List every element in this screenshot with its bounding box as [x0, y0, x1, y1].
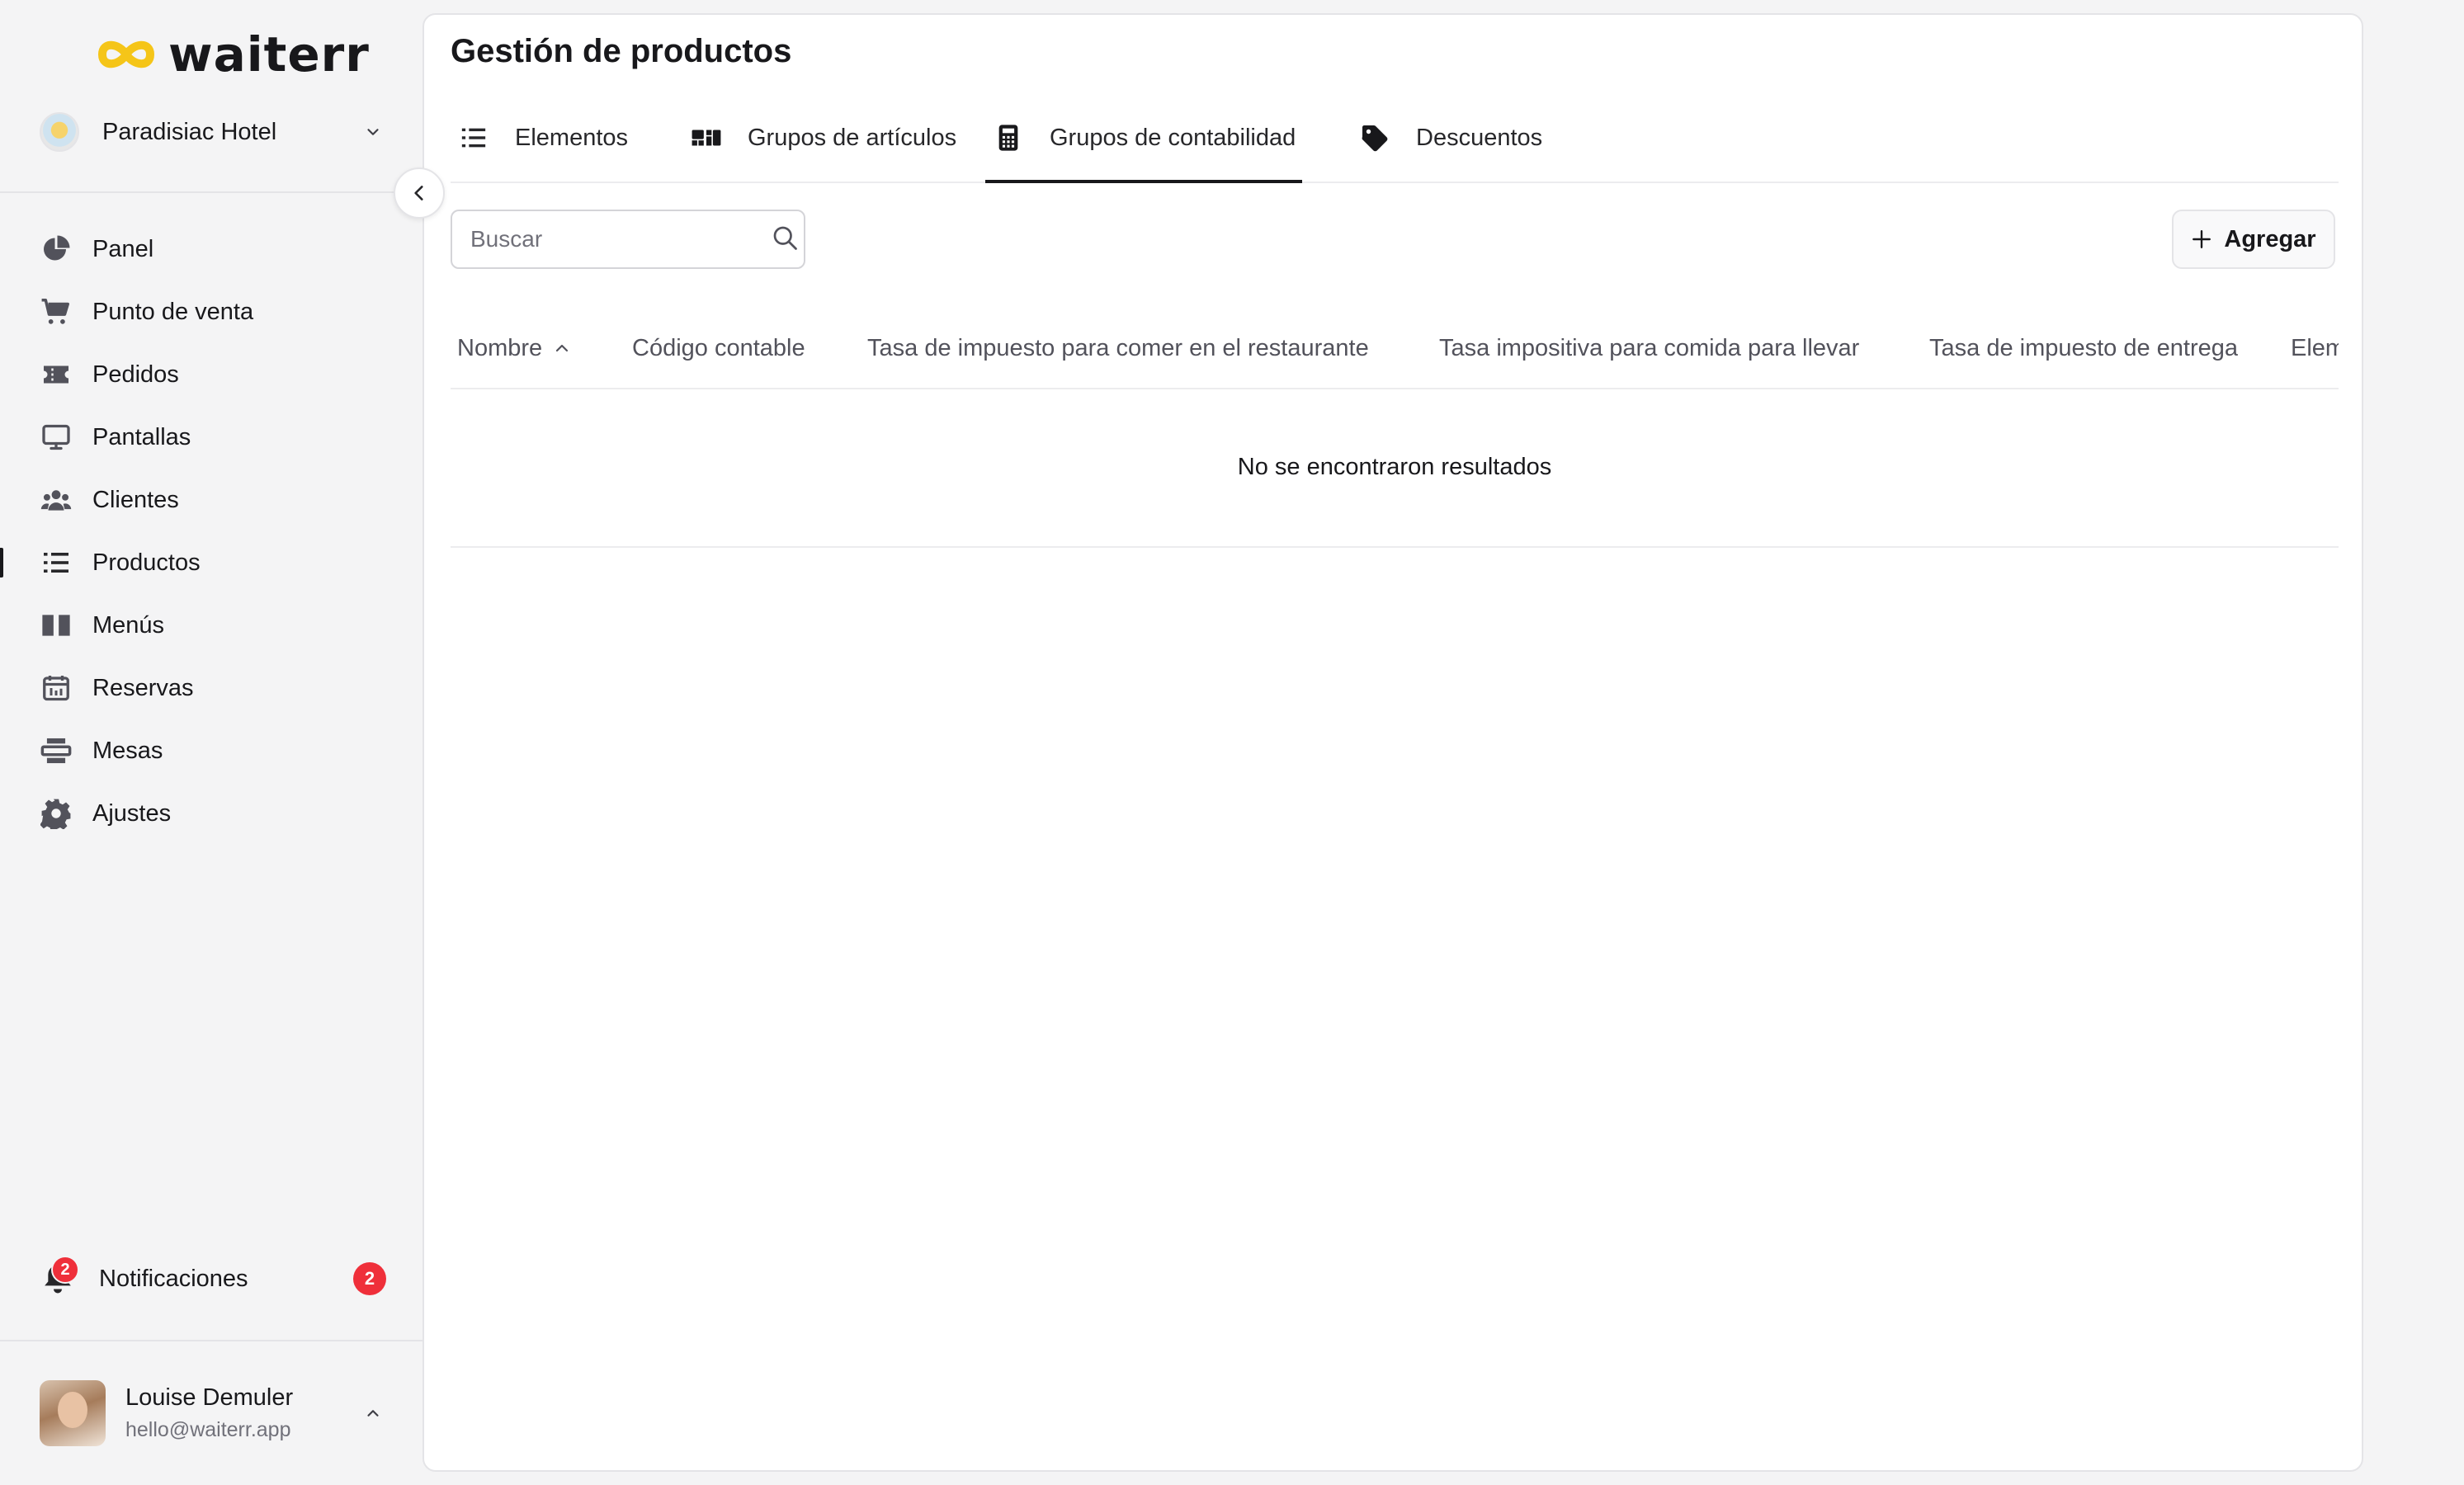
tab-label: Grupos de contabilidad	[1050, 124, 1296, 151]
column-label: Código contable	[632, 334, 805, 361]
infinity-logo-icon	[98, 40, 154, 68]
search-input[interactable]	[469, 225, 770, 253]
sidebar-item-label: Pedidos	[92, 361, 179, 388]
sidebar-item-productos[interactable]: Productos	[0, 531, 422, 594]
column-header-tasa-entrega[interactable]: Tasa de impuesto de entrega	[1929, 309, 2238, 388]
add-button[interactable]: Agregar	[2172, 210, 2335, 269]
venue-name: Paradisiac Hotel	[102, 118, 277, 145]
group-icon	[690, 121, 723, 154]
sidebar-item-label: Pantallas	[92, 423, 191, 450]
chevron-down-icon	[360, 119, 386, 145]
sidebar-item-label: Mesas	[92, 737, 163, 764]
venue-selector[interactable]: Paradisiac Hotel	[40, 112, 386, 152]
column-label: Nombre	[457, 334, 543, 361]
column-header-tasa-llevar[interactable]: Tasa impositiva para comida para llevar	[1439, 309, 1859, 388]
ticket-icon	[40, 358, 73, 391]
avatar	[40, 1380, 106, 1446]
sidebar-divider-bottom	[0, 1340, 422, 1341]
notification-dot-badge: 2	[51, 1256, 79, 1284]
calculator-icon	[992, 121, 1025, 154]
collapse-sidebar-button[interactable]	[394, 167, 445, 219]
sidebar-item-label: Productos	[92, 549, 201, 576]
column-label: Tasa impositiva para comida para llevar	[1439, 334, 1860, 361]
sidebar-item-label: Ajustes	[92, 799, 172, 827]
column-header-elementos[interactable]: Elementos	[2291, 309, 2339, 388]
column-label: Elementos	[2291, 334, 2339, 361]
hotel-avatar	[40, 112, 79, 152]
column-header-nombre[interactable]: Nombre	[457, 309, 572, 388]
plus-icon	[2193, 230, 2211, 248]
book-icon	[40, 609, 73, 642]
tab-label: Grupos de artículos	[748, 124, 957, 151]
sidebar: waiterr Paradisiac Hotel Panel Punto de …	[0, 0, 422, 1485]
sidebar-divider-top	[0, 191, 422, 193]
add-button-label: Agregar	[2224, 225, 2316, 252]
user-email: hello@waiterr.app	[125, 1418, 291, 1441]
tab-label: Descuentos	[1416, 124, 1543, 151]
main-panel: Gestión de productos Elementos Grupos de…	[422, 13, 2363, 1472]
cart-icon	[40, 295, 73, 328]
list-icon	[457, 121, 490, 154]
sidebar-item-label: Punto de venta	[92, 298, 254, 325]
tab-label: Elementos	[515, 124, 629, 151]
tab-grupos-de-contabilidad[interactable]: Grupos de contabilidad	[985, 94, 1303, 183]
calendar-icon	[40, 672, 73, 705]
sidebar-item-panel[interactable]: Panel	[0, 218, 422, 280]
sidebar-item-reservas[interactable]: Reservas	[0, 657, 422, 719]
sidebar-item-clientes[interactable]: Clientes	[0, 469, 422, 531]
sidebar-item-label: Clientes	[92, 486, 179, 513]
sidebar-item-pantallas[interactable]: Pantallas	[0, 406, 422, 469]
notifications-label: Notificaciones	[99, 1265, 248, 1292]
sidebar-item-label: Panel	[92, 235, 154, 262]
gear-icon	[40, 797, 73, 830]
column-header-codigo-contable[interactable]: Código contable	[632, 309, 805, 388]
list-icon	[40, 546, 73, 579]
column-label: Tasa de impuesto de entrega	[1929, 334, 2239, 361]
monitor-icon	[40, 421, 73, 454]
sidebar-item-ajustes[interactable]: Ajustes	[0, 782, 422, 845]
notifications-count-badge: 2	[353, 1262, 386, 1295]
tag-icon	[1358, 121, 1391, 154]
sort-ascending-icon	[556, 344, 569, 352]
page-title: Gestión de productos	[451, 33, 792, 69]
tab-elementos[interactable]: Elementos	[457, 94, 628, 182]
search-field[interactable]	[451, 210, 805, 269]
chevron-up-icon	[360, 1400, 386, 1426]
user-info: Louise Demuler hello@waiterr.app	[125, 1384, 360, 1442]
sidebar-item-pedidos[interactable]: Pedidos	[0, 343, 422, 406]
table-header: Nombre Código contable Tasa de impuesto …	[451, 309, 2339, 389]
tab-bar: Elementos Grupos de artículos Grupos de …	[451, 94, 2339, 183]
brand-name: waiterr	[168, 26, 370, 82]
user-name: Louise Demuler	[125, 1384, 294, 1411]
bell-icon: 2	[40, 1256, 79, 1297]
notifications-item[interactable]: 2 Notificaciones 2	[40, 1254, 386, 1304]
brand-logo[interactable]: waiterr	[96, 26, 370, 82]
sidebar-nav: Panel Punto de venta Pedidos Pantallas C…	[0, 218, 422, 845]
table-icon	[40, 734, 73, 767]
sidebar-item-label: Reservas	[92, 674, 194, 701]
chevron-left-icon	[414, 186, 423, 200]
pie-chart-icon	[40, 233, 73, 266]
column-label: Tasa de impuesto para comer en el restau…	[867, 334, 1369, 361]
tab-grupos-de-articulos[interactable]: Grupos de artículos	[690, 94, 956, 182]
sidebar-item-mesas[interactable]: Mesas	[0, 719, 422, 782]
empty-state-message: No se encontraron resultados	[451, 388, 2339, 548]
search-icon[interactable]	[770, 223, 800, 257]
tab-descuentos[interactable]: Descuentos	[1358, 94, 1542, 182]
sidebar-item-label: Menús	[92, 611, 165, 639]
user-menu[interactable]: Louise Demuler hello@waiterr.app	[40, 1379, 386, 1447]
column-header-tasa-restaurante[interactable]: Tasa de impuesto para comer en el restau…	[867, 309, 1369, 388]
sidebar-item-menus[interactable]: Menús	[0, 594, 422, 657]
users-icon	[40, 483, 73, 516]
sidebar-item-punto-de-venta[interactable]: Punto de venta	[0, 280, 422, 343]
